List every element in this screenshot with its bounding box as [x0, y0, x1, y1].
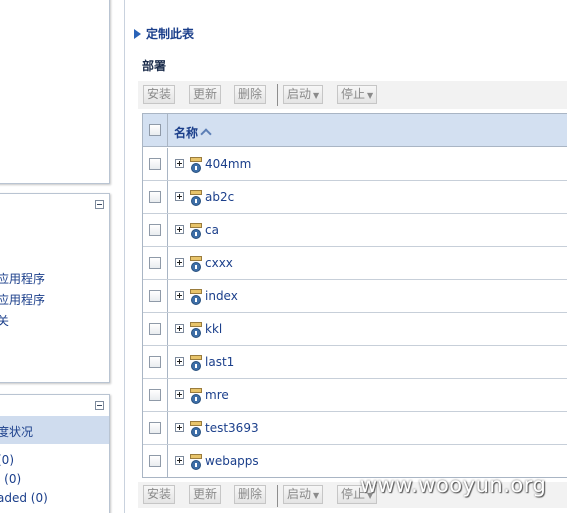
left-panel-middle: 应用程序 应用程序 关: [0, 193, 110, 383]
chevron-down-icon: ▼: [313, 491, 320, 500]
application-icon: [190, 322, 202, 339]
application-name-link[interactable]: test3693: [205, 421, 259, 435]
collapse-icon[interactable]: [95, 200, 104, 209]
application-icon: [190, 289, 202, 306]
chevron-down-icon: ▼: [313, 91, 320, 100]
install-button[interactable]: 安装: [143, 85, 176, 104]
row-checkbox[interactable]: [149, 422, 161, 434]
row-checkbox[interactable]: [149, 224, 161, 236]
left-count-link-3[interactable]: aded (0): [0, 491, 48, 505]
expand-icon[interactable]: [175, 423, 184, 432]
application-icon: [190, 256, 202, 273]
panel-header: [0, 395, 109, 415]
table-body: 404mm ab2c ca cxxx index kkl last1 mre test3693 w…: [143, 148, 567, 478]
start-dropdown[interactable]: 启动 ▼: [283, 485, 324, 504]
application-icon: [190, 421, 202, 438]
collapse-icon[interactable]: [95, 401, 104, 410]
update-button[interactable]: 更新: [189, 485, 222, 504]
select-all-checkbox[interactable]: [149, 124, 161, 136]
table-row: ca: [143, 214, 567, 247]
panel-header: [0, 194, 109, 214]
customize-table-link[interactable]: 定制此表: [134, 25, 194, 42]
table-row: ab2c: [143, 181, 567, 214]
update-button[interactable]: 更新: [189, 85, 222, 104]
table-row: last1: [143, 346, 567, 379]
application-icon: [190, 388, 202, 405]
application-name-link[interactable]: last1: [205, 355, 234, 369]
expand-icon[interactable]: [175, 291, 184, 300]
expand-icon[interactable]: [175, 390, 184, 399]
section-title: 部署: [142, 59, 167, 73]
row-checkbox[interactable]: [149, 191, 161, 203]
expand-icon[interactable]: [175, 258, 184, 267]
toolbar-separator: [277, 485, 278, 507]
left-link-2[interactable]: 应用程序: [0, 291, 45, 308]
table-row: 404mm: [143, 148, 567, 181]
application-name-link[interactable]: mre: [205, 388, 229, 402]
left-panel-top: [0, 0, 110, 184]
table-header: 名称: [143, 114, 567, 147]
table-row: kkl: [143, 313, 567, 346]
left-selected-item[interactable]: 度状况: [0, 416, 109, 444]
expand-icon[interactable]: [175, 324, 184, 333]
stop-dropdown[interactable]: 停止 ▼: [337, 85, 378, 104]
sort-ascending-icon[interactable]: [200, 127, 213, 137]
application-icon: [190, 355, 202, 372]
application-name-link[interactable]: kkl: [205, 322, 222, 336]
application-name-link[interactable]: ab2c: [205, 190, 234, 204]
name-column-header[interactable]: 名称: [174, 124, 213, 141]
left-selected-label: 度状况: [0, 425, 34, 439]
expand-triangle-icon: [134, 29, 141, 39]
row-checkbox[interactable]: [149, 389, 161, 401]
expand-icon[interactable]: [175, 159, 184, 168]
install-button[interactable]: 安装: [143, 485, 176, 504]
left-link-1[interactable]: 应用程序: [0, 270, 45, 287]
application-name-link[interactable]: webapps: [205, 454, 259, 468]
application-icon: [190, 454, 202, 471]
left-count-link-1[interactable]: (0): [0, 453, 14, 467]
application-name-link[interactable]: cxxx: [205, 256, 233, 270]
row-checkbox[interactable]: [149, 455, 161, 467]
toolbar-separator: [277, 84, 278, 106]
table-row: index: [143, 280, 567, 313]
row-checkbox[interactable]: [149, 290, 161, 302]
expand-icon[interactable]: [175, 192, 184, 201]
row-checkbox[interactable]: [149, 356, 161, 368]
table-row: test3693: [143, 412, 567, 445]
watermark: www.wooyun.org: [360, 473, 547, 497]
vertical-divider: [124, 0, 125, 513]
toolbar-top: 安装 更新 删除 启动 ▼ 停止 ▼: [138, 81, 567, 109]
left-link-3[interactable]: 关: [0, 312, 9, 329]
expand-icon[interactable]: [175, 225, 184, 234]
row-checkbox[interactable]: [149, 158, 161, 170]
application-icon: [190, 190, 202, 207]
delete-button[interactable]: 删除: [234, 485, 267, 504]
row-checkbox[interactable]: [149, 323, 161, 335]
chevron-down-icon: ▼: [367, 91, 374, 100]
application-name-link[interactable]: index: [205, 289, 238, 303]
expand-icon[interactable]: [175, 456, 184, 465]
table-row: mre: [143, 379, 567, 412]
left-panel-bottom: 度状况 (0) l (0) aded (0): [0, 394, 110, 513]
expand-icon[interactable]: [175, 357, 184, 366]
deployments-table: 名称 404mm ab2c ca cxxx index kkl last1 mre test36…: [142, 113, 567, 478]
application-icon: [190, 223, 202, 240]
application-name-link[interactable]: 404mm: [205, 157, 251, 171]
delete-button[interactable]: 删除: [234, 85, 267, 104]
application-icon: [190, 157, 202, 174]
table-row: cxxx: [143, 247, 567, 280]
row-checkbox[interactable]: [149, 257, 161, 269]
start-dropdown[interactable]: 启动 ▼: [283, 85, 324, 104]
application-name-link[interactable]: ca: [205, 223, 219, 237]
left-count-link-2[interactable]: l (0): [0, 472, 21, 486]
